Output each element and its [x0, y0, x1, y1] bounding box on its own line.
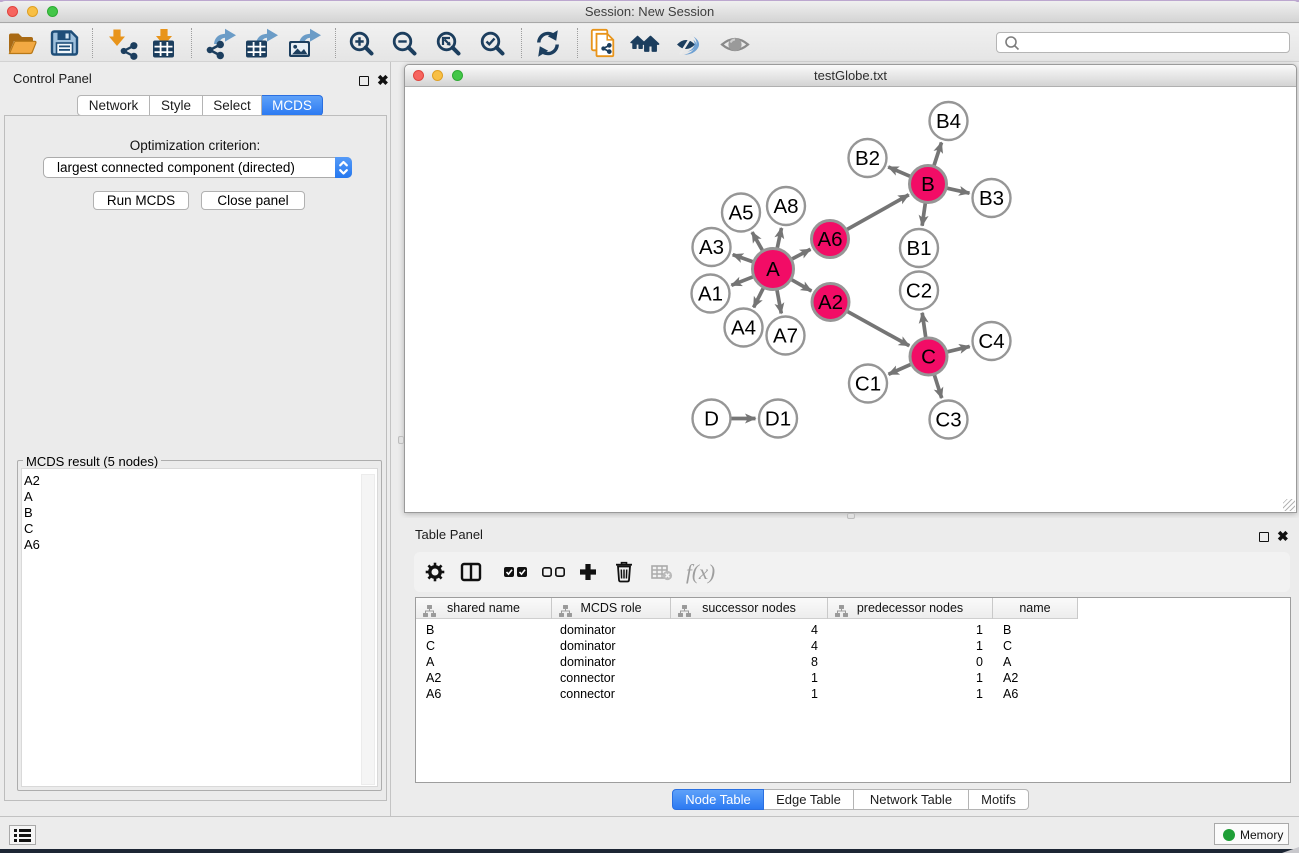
svg-text:A3: A3 — [699, 236, 724, 259]
svg-text:C: C — [921, 346, 936, 369]
svg-text:A: A — [766, 258, 780, 281]
svg-text:B1: B1 — [906, 237, 931, 260]
svg-text:C2: C2 — [906, 280, 932, 303]
svg-text:A2: A2 — [818, 291, 843, 314]
svg-text:f(x): f(x) — [686, 560, 715, 584]
svg-text:A5: A5 — [728, 202, 753, 225]
svg-text:B4: B4 — [936, 110, 961, 133]
svg-text:D: D — [704, 408, 719, 431]
svg-text:D1: D1 — [765, 408, 791, 431]
svg-text:A4: A4 — [731, 317, 756, 340]
svg-text:C1: C1 — [855, 373, 881, 396]
svg-text:B3: B3 — [979, 187, 1004, 210]
svg-text:B: B — [921, 173, 935, 196]
svg-text:A7: A7 — [773, 325, 798, 348]
svg-text:A1: A1 — [698, 283, 723, 306]
svg-text:B2: B2 — [855, 147, 880, 170]
svg-text:A8: A8 — [773, 195, 798, 218]
svg-text:C3: C3 — [935, 409, 961, 432]
svg-text:A6: A6 — [817, 228, 842, 251]
svg-text:C4: C4 — [978, 330, 1004, 353]
